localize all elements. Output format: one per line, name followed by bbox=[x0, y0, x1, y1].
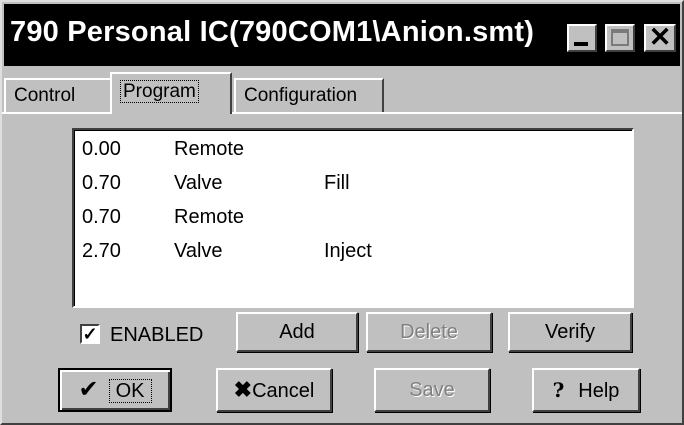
check-icon: ✓ bbox=[82, 324, 98, 344]
close-button[interactable]: ✕ bbox=[644, 22, 676, 52]
row-time: 0.70 bbox=[82, 206, 121, 228]
save-button-label: Save bbox=[409, 379, 455, 401]
verify-button[interactable]: Verify bbox=[508, 312, 632, 352]
delete-button[interactable]: Delete bbox=[366, 312, 492, 352]
tab-control-label: Control bbox=[14, 85, 76, 106]
verify-button-label: Verify bbox=[544, 321, 596, 343]
add-button[interactable]: Add bbox=[236, 312, 358, 352]
program-panel: 0.00 Remote 0.70 Valve Fill 0.70 Remote … bbox=[2, 112, 682, 360]
tab-control[interactable]: Control bbox=[4, 78, 112, 112]
program-listbox[interactable]: 0.00 Remote 0.70 Valve Fill 0.70 Remote … bbox=[72, 128, 634, 308]
help-button[interactable]: ? Help bbox=[532, 368, 640, 412]
minimize-button[interactable] bbox=[567, 24, 597, 52]
dialog-window: 790 Personal IC(790COM1\Anion.smt) ✕ Con… bbox=[0, 0, 684, 425]
row-action: Fill bbox=[324, 172, 350, 194]
row-device: Valve bbox=[174, 172, 223, 194]
ok-button-label: OK bbox=[108, 379, 152, 403]
window-title: 790 Personal IC(790COM1\Anion.smt) bbox=[10, 16, 535, 48]
tab-configuration[interactable]: Configuration bbox=[234, 78, 384, 112]
maximize-button[interactable] bbox=[605, 24, 635, 52]
enabled-checkbox[interactable]: ✓ bbox=[80, 324, 100, 344]
dialog-footer: ✔ OK ✖Cancel Save ? Help bbox=[2, 368, 682, 418]
checkmark-icon: ✔ bbox=[78, 376, 99, 403]
row-time: 2.70 bbox=[82, 240, 121, 262]
row-time: 0.70 bbox=[82, 172, 121, 194]
maximize-icon bbox=[611, 29, 629, 46]
close-icon: ✕ bbox=[648, 22, 672, 52]
help-icon: ? bbox=[552, 378, 565, 402]
row-device: Valve bbox=[174, 240, 223, 262]
cancel-x-icon: ✖ bbox=[233, 377, 253, 402]
add-button-label: Add bbox=[279, 321, 315, 343]
help-button-label: Help bbox=[578, 380, 620, 402]
row-device: Remote bbox=[174, 206, 245, 228]
cancel-button[interactable]: ✖Cancel bbox=[216, 368, 332, 412]
tab-program[interactable]: Program bbox=[110, 72, 232, 114]
minimize-icon bbox=[574, 42, 588, 46]
tab-strip: Control Program Configuration bbox=[2, 68, 682, 114]
enabled-label: ENABLED bbox=[110, 324, 204, 346]
tab-configuration-label: Configuration bbox=[244, 85, 358, 106]
ok-button[interactable]: ✔ OK bbox=[58, 368, 172, 412]
cancel-button-label: Cancel bbox=[252, 380, 315, 402]
delete-button-label: Delete bbox=[400, 321, 458, 343]
tab-program-label: Program bbox=[120, 80, 199, 103]
save-button[interactable]: Save bbox=[374, 368, 490, 412]
row-time: 0.00 bbox=[82, 138, 121, 160]
row-action: Inject bbox=[324, 240, 372, 262]
title-bar[interactable]: 790 Personal IC(790COM1\Anion.smt) ✕ bbox=[4, 4, 680, 66]
row-device: Remote bbox=[174, 138, 245, 160]
